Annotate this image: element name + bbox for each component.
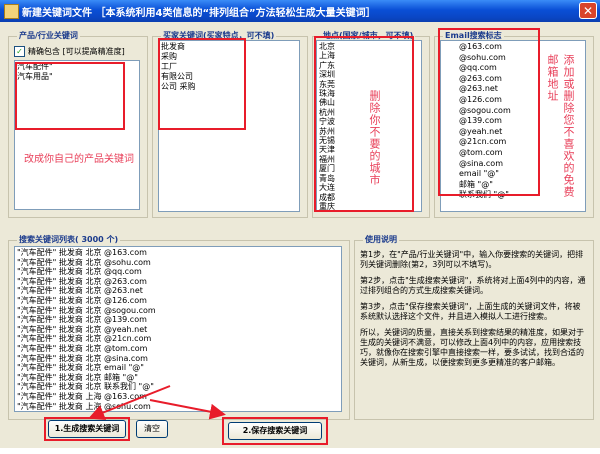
list-item: "汽车配件" 批发商 上海 @163.com xyxy=(17,391,147,401)
window-title: 新建关键词文件 ［本系统利用4类信息的“排列组合”方法轻松生成大量关键词］ xyxy=(22,8,376,19)
clear-button[interactable]: 清空 xyxy=(136,420,168,438)
list-item: "汽车配件" 批发商 北京 @126.com xyxy=(17,295,147,305)
list-item: "汽车配件" 批发商 北京 @qq.com xyxy=(17,267,142,277)
product-annotation: 改成你自己的产品关键词 xyxy=(24,154,134,165)
email-highlight-box xyxy=(438,28,540,196)
close-button[interactable]: ✕ xyxy=(579,2,597,19)
usage-step-3: 第3步，点击"保存搜索关键词"，上面生成的关键词文件，将被系统默认选择这个文件，… xyxy=(360,302,581,321)
keyword-list-textarea[interactable]: "汽车配件" 批发商 北京 @163.com "汽车配件" 批发商 北京 @so… xyxy=(14,246,342,412)
save-highlight-box xyxy=(222,417,328,445)
list-item: "汽车配件" 批发商 北京 @263.com xyxy=(17,276,147,286)
checkbox-check-icon[interactable]: ✓ xyxy=(14,46,25,57)
list-item: "汽车配件" 批发商 北京 @sohu.com xyxy=(17,257,151,267)
list-item: "汽车配件" 批发商 上海 @sohu.com xyxy=(17,401,151,411)
usage-step-2: 第2步，点击"生成搜索关键词"，系统将对上面4列中的内容，通过排列组合的方式生成… xyxy=(360,276,586,295)
list-item: "汽车配件" 批发商 北京 @163.com xyxy=(17,248,147,257)
location-annotation: 删除你不要的城市 xyxy=(368,90,381,186)
app-icon xyxy=(4,4,19,19)
usage-step-1: 第1步，在"产品/行业关键词"中，输入你要搜索的关键词，把排列关键词删除(第2，… xyxy=(360,250,584,269)
usage-note: 所以，关键词的质量，直接关系到搜索结果的精准度，如果对于生成的关键词不满意，可以… xyxy=(360,328,584,367)
list-item: "汽车配件" 批发商 北京 @139.com xyxy=(17,315,147,325)
list-item: "汽车配件" 批发商 北京 @sogou.com xyxy=(17,305,156,315)
list-item: "汽车配件" 批发商 北京 @sina.com xyxy=(17,353,148,363)
title-bar: 新建关键词文件 ［本系统利用4类信息的“排列组合”方法轻松生成大量关键词］ ✕ xyxy=(0,0,600,22)
buyer-highlight-box xyxy=(158,38,246,130)
list-item: "汽车配件" 批发商 北京 @tom.com xyxy=(17,343,148,353)
email-annotation: 添加或删除您不喜欢的免费邮箱地址 xyxy=(546,54,575,198)
product-group-title: 产品/行业关键词 xyxy=(17,30,80,41)
exact-match-checkbox[interactable]: ✓ 精确包含 [可以提高精准度] xyxy=(14,46,125,57)
list-item: "汽车配件" 批发商 北京 联系我们 "@" xyxy=(17,382,154,392)
exact-match-label: 精确包含 [可以提高精准度] xyxy=(28,47,125,56)
product-highlight-box xyxy=(15,62,125,130)
keyword-list-title: 搜索关键词列表( 3000 个) xyxy=(17,234,121,245)
list-item: "汽车配件" 批发商 北京 @21cn.com xyxy=(17,334,152,344)
usage-text: 第1步，在"产品/行业关键词"中，输入你要搜索的关键词，把排列关键词删除(第2，… xyxy=(360,250,586,374)
list-item: "汽车配件" 批发商 北京 @yeah.net xyxy=(17,324,148,334)
usage-title: 使用说明 xyxy=(363,234,399,245)
generate-highlight-box xyxy=(44,417,130,441)
new-keyword-window: 新建关键词文件 ［本系统利用4类信息的“排列组合”方法轻松生成大量关键词］ ✕ … xyxy=(0,0,600,448)
list-item: "汽车配件" 批发商 北京 邮箱 "@" xyxy=(17,372,138,382)
list-item: "汽车配件" 批发商 北京 email "@" xyxy=(17,363,144,373)
list-item: "汽车配件" 批发商 北京 @263.net xyxy=(17,286,143,296)
location-highlight-box xyxy=(314,36,414,212)
